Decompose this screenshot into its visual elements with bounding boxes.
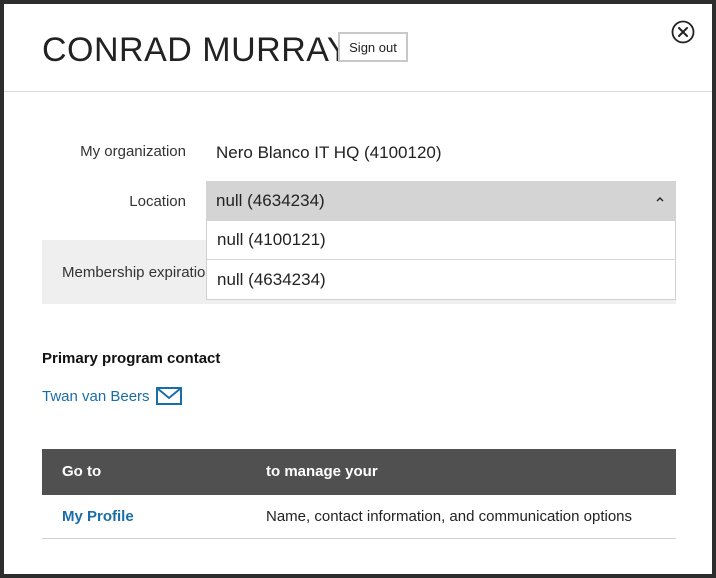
- my-profile-link[interactable]: My Profile: [62, 508, 134, 525]
- account-dialog: CONRAD MURRAY Sign out My organization N…: [4, 4, 712, 574]
- location-option[interactable]: null (4634234): [207, 260, 675, 299]
- table-header: Go to to manage your: [42, 449, 676, 495]
- dialog-header: CONRAD MURRAY Sign out: [4, 4, 712, 92]
- row-description: Name, contact information, and communica…: [266, 508, 633, 525]
- location-select[interactable]: null (4634234): [206, 181, 676, 221]
- contact-name-link[interactable]: Twan van Beers: [42, 388, 150, 405]
- location-select-value: null (4634234): [216, 191, 325, 210]
- close-button[interactable]: [671, 20, 695, 44]
- table-row: My Profile Name, contact information, an…: [42, 495, 676, 539]
- organization-label: My organization: [80, 143, 186, 160]
- column-header-manage: to manage your: [266, 463, 378, 480]
- primary-contact-heading: Primary program contact: [42, 350, 221, 367]
- sign-out-button[interactable]: Sign out: [338, 32, 408, 62]
- organization-value: Nero Blanco IT HQ (4100120): [216, 143, 442, 162]
- close-icon: [671, 20, 695, 44]
- membership-expiration-label: Membership expiration: [62, 264, 214, 281]
- location-option[interactable]: null (4100121): [207, 221, 675, 260]
- location-dropdown: null (4100121) null (4634234): [206, 221, 676, 300]
- chevron-up-icon: [656, 197, 664, 202]
- column-header-go-to: Go to: [62, 463, 102, 480]
- mail-icon: [156, 387, 182, 405]
- email-contact-button[interactable]: [156, 387, 182, 405]
- location-label: Location: [129, 193, 186, 210]
- user-name-title: CONRAD MURRAY: [42, 31, 351, 69]
- manage-links-table: Go to to manage your My Profile Name, co…: [42, 449, 676, 539]
